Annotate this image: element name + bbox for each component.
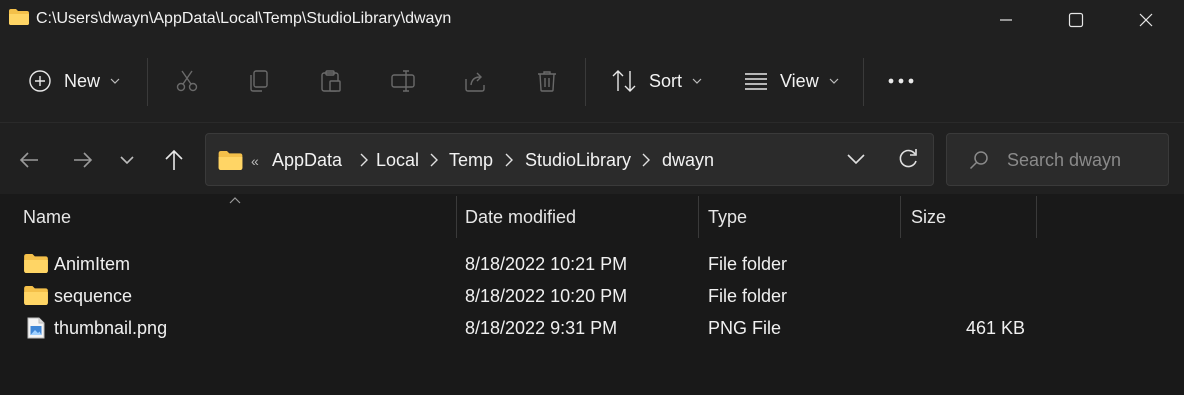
chevron-down-icon [120, 156, 134, 164]
view-label: View [780, 70, 819, 91]
arrow-left-icon [19, 152, 38, 168]
view-list-icon [745, 73, 767, 90]
forward-button[interactable] [68, 145, 98, 175]
file-date: 8/18/2022 9:31 PM [465, 318, 618, 338]
back-button[interactable] [14, 145, 44, 175]
column-header-size[interactable]: Size [901, 196, 1036, 238]
title-bar: C:\Users\dwayn\AppData\Local\Temp\Studio… [0, 0, 1184, 40]
column-header-type[interactable]: Type [699, 196, 900, 238]
close-button[interactable] [1123, 0, 1169, 40]
plus-circle-icon [29, 70, 51, 92]
chevron-right-icon [430, 153, 438, 167]
minimize-icon [1000, 19, 1012, 21]
column-header-name[interactable]: Name [0, 196, 456, 238]
more-icon [888, 78, 914, 84]
new-label: New [64, 70, 101, 91]
up-button[interactable] [159, 145, 189, 175]
chevron-down-icon [110, 78, 120, 84]
search-input[interactable]: Search dwayn [946, 133, 1169, 186]
share-icon [465, 72, 485, 92]
minimize-button[interactable] [983, 0, 1029, 40]
file-name: AnimItem [54, 254, 131, 274]
divider [147, 58, 148, 106]
delete-button[interactable] [535, 60, 559, 102]
file-row[interactable]: AnimItem 8/18/2022 10:21 PM File folder [0, 248, 1184, 280]
command-bar: New Sort View [0, 40, 1184, 122]
column-header-date-label: Date modified [465, 207, 577, 227]
file-type: File folder [708, 254, 788, 274]
file-date: 8/18/2022 10:21 PM [465, 254, 628, 274]
breadcrumb-item[interactable]: dwayn [662, 150, 714, 171]
folder-icon [24, 286, 48, 305]
maximize-button[interactable] [1053, 0, 1099, 40]
refresh-icon[interactable] [897, 148, 919, 170]
paste-button[interactable] [319, 60, 343, 102]
clipboard-icon [321, 70, 341, 92]
trash-icon [538, 71, 556, 92]
arrow-right-icon [74, 152, 93, 168]
chevron-right-icon [505, 153, 513, 167]
folder-icon [9, 9, 29, 25]
arrow-up-icon [165, 149, 183, 170]
breadcrumb-overflow[interactable]: « [251, 153, 259, 169]
copy-button[interactable] [247, 60, 271, 102]
window-title: C:\Users\dwayn\AppData\Local\Temp\Studio… [36, 10, 452, 27]
maximize-icon [1068, 12, 1084, 28]
chevron-right-icon [360, 153, 368, 167]
sort-icon [612, 70, 636, 92]
share-button[interactable] [463, 60, 487, 102]
close-icon [1139, 13, 1153, 27]
breadcrumb-item[interactable]: Local [376, 150, 419, 171]
chevron-down-icon[interactable] [847, 154, 865, 165]
address-bar[interactable]: « AppData Local Temp StudioLibrary dwayn [205, 133, 934, 186]
breadcrumb-item[interactable]: Temp [449, 150, 493, 171]
folder-icon [24, 254, 48, 273]
new-button[interactable]: New [28, 60, 120, 102]
column-header-size-label: Size [911, 207, 947, 227]
breadcrumb-item[interactable]: StudioLibrary [525, 150, 631, 171]
file-size: 461 KB [965, 318, 1025, 338]
breadcrumb-item[interactable]: AppData [272, 150, 342, 171]
view-button[interactable]: View [744, 60, 839, 102]
sort-label: Sort [649, 70, 683, 91]
rename-icon [391, 70, 415, 92]
chevron-right-icon [642, 153, 650, 167]
copy-icon [250, 70, 268, 92]
file-row[interactable]: thumbnail.png 8/18/2022 9:31 PM PNG File… [0, 312, 1184, 344]
navigation-bar: « AppData Local Temp StudioLibrary dwayn… [0, 122, 1184, 194]
search-icon [969, 151, 988, 170]
file-type: PNG File [708, 318, 782, 338]
file-date: 8/18/2022 10:20 PM [465, 286, 628, 306]
recent-locations-button[interactable] [112, 145, 142, 175]
chevron-down-icon [692, 78, 702, 84]
column-header-name-label: Name [23, 207, 72, 227]
divider [863, 58, 864, 106]
rename-button[interactable] [391, 60, 417, 102]
scissors-icon [176, 70, 198, 92]
file-row[interactable]: sequence 8/18/2022 10:20 PM File folder [0, 280, 1184, 312]
sort-button[interactable]: Sort [611, 60, 702, 102]
file-name: thumbnail.png [54, 318, 168, 338]
folder-icon [218, 151, 243, 170]
column-header-type-label: Type [708, 207, 748, 227]
chevron-down-icon [829, 78, 839, 84]
see-more-button[interactable] [888, 60, 914, 102]
file-type: File folder [708, 286, 788, 306]
image-file-icon [27, 317, 45, 339]
column-header-date[interactable]: Date modified [457, 196, 698, 238]
column-divider[interactable] [1036, 196, 1037, 238]
cut-button[interactable] [175, 60, 199, 102]
search-placeholder: Search dwayn [1007, 150, 1122, 170]
file-name: sequence [54, 286, 133, 306]
divider [585, 58, 586, 106]
